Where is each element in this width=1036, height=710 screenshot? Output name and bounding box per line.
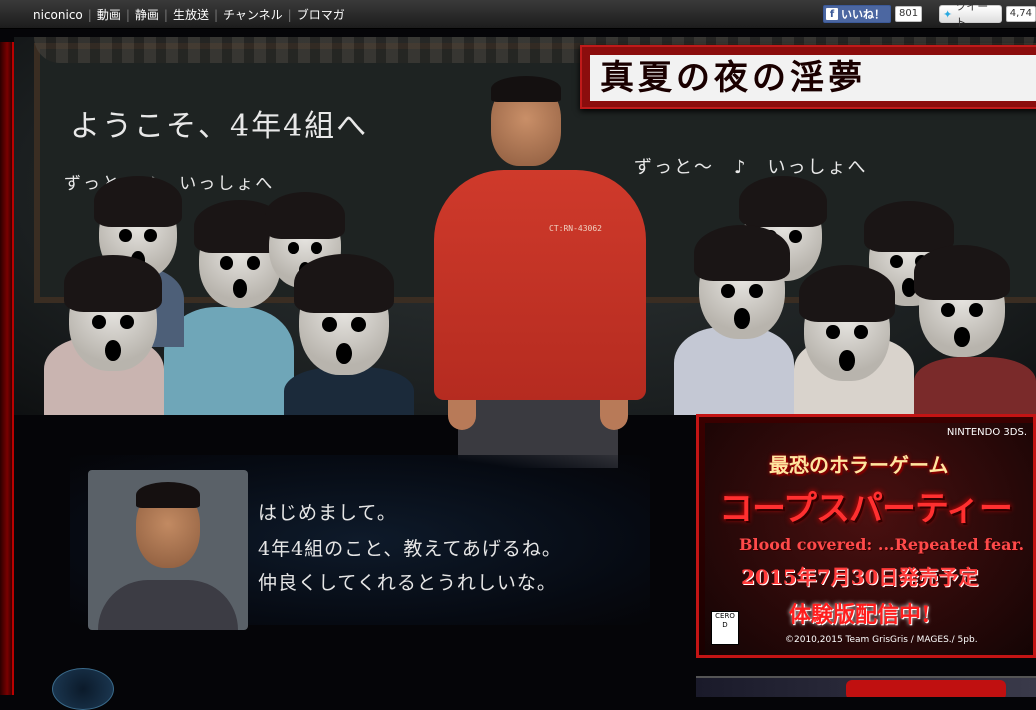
nav-separator: | [287,7,292,22]
ad-platform-label: NINTENDO 3DS. [946,427,1027,438]
nav-niconico[interactable]: niconico [33,8,83,22]
ad-game-title: コープスパーティー [719,489,1013,529]
facebook-like-button[interactable]: f いいね！ [823,5,891,23]
ad-release-date: 2015年7月30日発売予定 [741,565,979,589]
nav-separator: | [163,7,168,22]
tweet-button[interactable]: ✦ ツイート [939,0,1002,29]
nav-video[interactable]: 動画 [97,6,121,23]
cero-rating-badge: CERO D [711,611,739,645]
child-face [913,245,1011,357]
nav-live[interactable]: 生放送 [173,6,209,23]
intro-line-1: はじめまして。 [258,502,397,524]
ad-copyright: ©2010,2015 Team GrisGris / MAGES./ 5pb. [785,635,978,645]
left-red-border [0,42,14,695]
facebook-like-widget: f いいね！ 801 [823,5,923,23]
bottom-character-thumbnail [52,668,114,710]
ad-subtitle: 最恐のホラーゲーム [769,453,949,477]
nav-separator: | [87,7,92,22]
site-nav: niconico | 動画 | 静画 | 生放送 | チャンネル | ブロマガ [33,6,345,23]
man-hair [491,76,561,102]
twitter-bird-icon: ✦ [943,7,953,21]
chalk-right-text: ずっと〜 ♪ いっしょへ [634,157,868,178]
man-red-shirt [434,170,646,400]
secondary-banner[interactable] [696,676,1036,697]
top-navigation-bar: niconico | 動画 | 静画 | 生放送 | チャンネル | ブロマガ f いいね… [0,0,1036,29]
site-title-text: 真夏の夜の淫夢 [590,55,1036,101]
child-face [63,254,163,371]
shirt-print-text: CT:RN-43062 [549,224,602,233]
nav-channel[interactable]: チャンネル [223,6,283,23]
ad-demo-notice: 体験版配信中! [789,602,931,628]
child-body [914,357,1036,415]
child-face [293,254,395,375]
character-avatar [88,470,248,630]
intro-line-3: 仲良くしてくれるとうれしいな。 [258,572,557,594]
child-face [693,224,791,339]
nav-blomaga[interactable]: ブロマガ [297,6,345,23]
intro-line-2: 4年4組のこと、教えてあげるね。 [258,538,562,560]
game-advertisement-banner[interactable]: NINTENDO 3DS. 最恐のホラーゲーム コープスパーティー Blood … [696,414,1036,658]
site-title-logo: 真夏の夜の淫夢 [580,45,1036,109]
tweet-widget: ✦ ツイート 4,74 [939,0,1036,29]
like-label: いいね！ [841,8,885,21]
nav-seiga[interactable]: 静画 [135,6,159,23]
child-body [674,327,794,415]
nav-separator: | [213,7,218,22]
tweet-label: ツイート [955,0,989,29]
chalk-welcome-text: ようこそ、4年4組へ [70,109,369,144]
ad-english-tagline: Blood covered: ...Repeated fear. [739,535,1025,554]
nav-separator: | [125,7,130,22]
facebook-icon: f [826,8,838,20]
child-face [798,264,896,381]
like-count: 801 [895,6,923,22]
tweet-count: 4,74 [1005,6,1036,22]
